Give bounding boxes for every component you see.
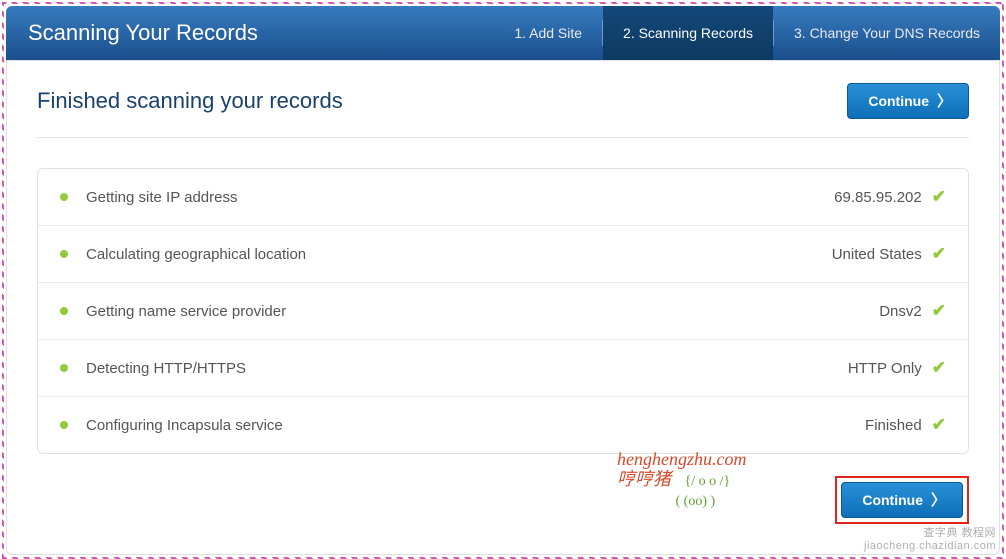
check-icon: ✔ (932, 415, 946, 435)
button-label: Continue (868, 93, 929, 109)
check-icon: ✔ (932, 358, 946, 378)
scan-value: HTTP Only (848, 360, 922, 377)
scan-label: Detecting HTTP/HTTPS (86, 360, 848, 377)
bullet-icon (60, 193, 68, 201)
chevron-right-icon: 〉 (937, 94, 952, 109)
scan-row: Detecting HTTP/HTTPS HTTP Only ✔ (38, 340, 968, 397)
corner-wm-2: jiaocheng.chazidian.com (864, 540, 996, 552)
step-scanning-records[interactable]: 2. Scanning Records (603, 6, 773, 60)
watermark-line1: henghengzhu.com (617, 450, 746, 470)
bullet-icon (60, 250, 68, 258)
page-title: Finished scanning your records (37, 88, 343, 114)
scan-label: Getting site IP address (86, 189, 834, 206)
scan-label: Calculating geographical location (86, 246, 832, 263)
check-icon: ✔ (932, 244, 946, 264)
header-bar: Scanning Your Records 1. Add Site 2. Sca… (6, 6, 1000, 60)
content-pane: Finished scanning your records Continue … (6, 60, 1000, 555)
watermark: henghengzhu.com 哼哼猪 {/ o o /} ( (oo) ) (617, 450, 746, 509)
continue-button-bottom[interactable]: Continue 〉 (841, 482, 963, 518)
scan-row: Getting site IP address 69.85.95.202 ✔ (38, 169, 968, 226)
watermark-ascii2: ( (oo) ) (676, 494, 716, 509)
watermark-ascii1: {/ o o /} (685, 474, 731, 489)
step-label: 1. Add Site (514, 25, 582, 41)
scan-value: Finished (865, 417, 922, 434)
check-icon: ✔ (932, 187, 946, 207)
continue-button[interactable]: Continue 〉 (847, 83, 969, 119)
page-watermark: 查字典 教程网 jiaocheng.chazidian.com (864, 524, 996, 552)
scan-results-panel: Getting site IP address 69.85.95.202 ✔ C… (37, 168, 969, 454)
step-label: 2. Scanning Records (623, 25, 753, 41)
scan-row: Getting name service provider Dnsv2 ✔ (38, 283, 968, 340)
continue-highlight-box: Continue 〉 (835, 476, 969, 524)
button-label: Continue (862, 492, 923, 508)
scan-value: Dnsv2 (879, 303, 922, 320)
outer-frame: Scanning Your Records 1. Add Site 2. Sca… (2, 2, 1004, 559)
scan-row: Calculating geographical location United… (38, 226, 968, 283)
scan-value: United States (832, 246, 922, 263)
scan-label: Configuring Incapsula service (86, 417, 865, 434)
corner-wm-1: 查字典 教程网 (864, 524, 996, 540)
bullet-icon (60, 307, 68, 315)
step-label: 3. Change Your DNS Records (794, 25, 980, 41)
bullet-icon (60, 364, 68, 372)
chevron-right-icon: 〉 (931, 493, 946, 508)
scan-label: Getting name service provider (86, 303, 879, 320)
watermark-cn: 哼哼猪 (617, 469, 671, 489)
step-add-site[interactable]: 1. Add Site (494, 6, 602, 60)
wizard-steps: 1. Add Site 2. Scanning Records 3. Chang… (494, 6, 1000, 60)
content-header: Finished scanning your records Continue … (37, 83, 969, 138)
bullet-icon (60, 421, 68, 429)
scan-row: Configuring Incapsula service Finished ✔ (38, 397, 968, 453)
check-icon: ✔ (932, 301, 946, 321)
header-title: Scanning Your Records (28, 20, 494, 46)
watermark-line2: 哼哼猪 {/ o o /} ( (oo) ) (617, 470, 746, 510)
footer-row: henghengzhu.com 哼哼猪 {/ o o /} ( (oo) ) C… (37, 462, 969, 524)
scan-value: 69.85.95.202 (834, 189, 922, 206)
step-change-dns[interactable]: 3. Change Your DNS Records (774, 6, 1000, 60)
